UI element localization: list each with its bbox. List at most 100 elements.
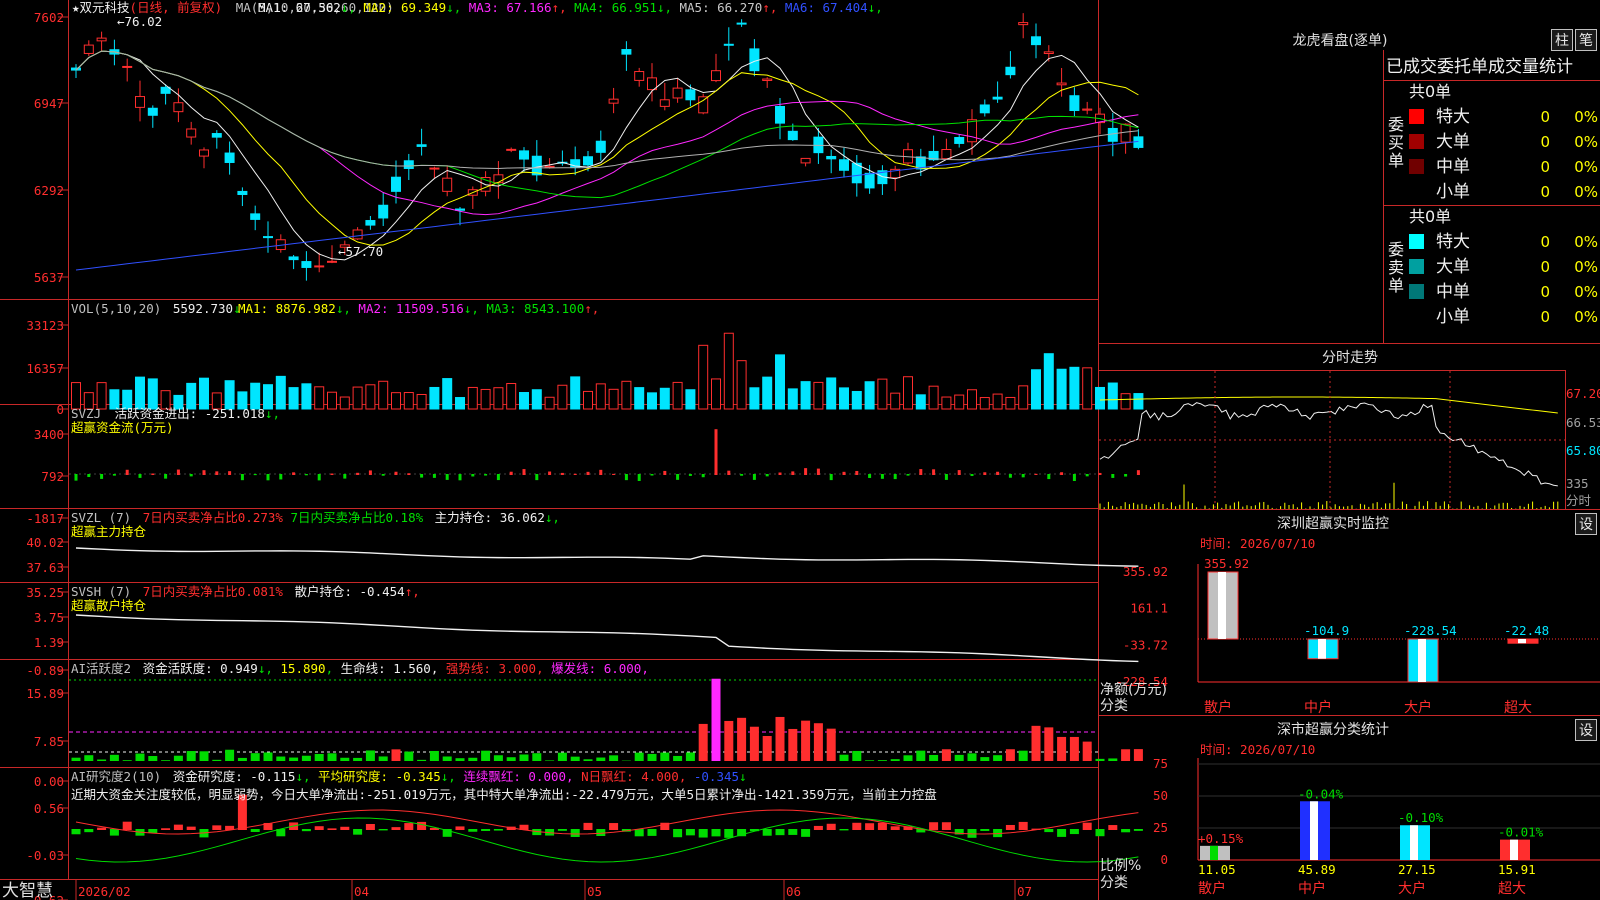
- flow-bar: [1072, 474, 1076, 481]
- activity-bar: [852, 750, 862, 761]
- research-bar: [570, 829, 580, 837]
- stat-unit: 比例%: [1100, 858, 1141, 874]
- svsh-header: SVSH (7) 7日内买卖净占比0.081% 散户持仓: -0.454↑,: [71, 584, 420, 599]
- volume-bar: [967, 389, 977, 410]
- monitor-bar: [1407, 638, 1439, 683]
- volume-bar: [608, 388, 619, 410]
- column-mode-button[interactable]: 柱: [1551, 29, 1573, 51]
- activity-bar: [340, 757, 350, 761]
- stat-bar: [1400, 825, 1430, 860]
- activity-bar: [570, 756, 580, 761]
- flow-bar: [253, 474, 257, 476]
- volume-bar: [941, 396, 952, 410]
- research-bar: [84, 829, 94, 833]
- activity-bar: [685, 752, 695, 761]
- flow-bar: [778, 472, 782, 475]
- research-bar: [250, 829, 260, 832]
- activity-bar: [1005, 749, 1015, 761]
- svzj-subtitle: 超赢资金流(万元): [71, 420, 174, 435]
- order-count: 0: [1540, 283, 1550, 301]
- volume-bar: [1082, 367, 1093, 410]
- candle-body: [826, 155, 837, 160]
- research-bar: [97, 827, 107, 830]
- order-pct: 0%: [1574, 183, 1598, 201]
- stock-chart-canvas[interactable]: 7602694762925637331231635703400792-18174…: [0, 0, 1600, 900]
- flow-bar: [727, 470, 731, 475]
- activity-bar: [1082, 741, 1092, 761]
- research-bar: [468, 829, 478, 832]
- volume-bar: [979, 397, 990, 410]
- research-bar: [1018, 821, 1028, 830]
- volume-bar: [736, 360, 747, 410]
- candle-body: [762, 78, 773, 81]
- monitor-settings-button[interactable]: 设: [1575, 513, 1597, 535]
- flow-bar: [356, 472, 360, 475]
- flow-bar: [983, 472, 987, 475]
- volume-bar: [787, 388, 798, 410]
- value-label: MA2: 69.349: [356, 0, 446, 15]
- candle-body: [1082, 108, 1093, 111]
- activity-bar: [673, 755, 683, 761]
- svzj-header: SVZJ 活跃资金进出: -251.018↓,: [71, 406, 280, 421]
- intraday-chart: 67.20 66.53 65.80 335 分时: [1099, 371, 1600, 509]
- trend-arrow: ↓,: [446, 0, 461, 15]
- activity-bar: [429, 750, 439, 761]
- research-bar: [122, 821, 132, 830]
- order-type: 小单: [1436, 307, 1470, 327]
- flow-bar: [599, 469, 603, 475]
- date-label: 04: [354, 884, 369, 899]
- value-label: MA1: 67.562: [258, 0, 341, 15]
- research-bar: [340, 826, 350, 830]
- candle-body: [96, 37, 107, 42]
- activity-bar: [890, 759, 900, 761]
- intraday-title: 分时走势: [1322, 350, 1378, 366]
- activity-bar: [314, 753, 324, 761]
- activity-bar: [532, 753, 542, 761]
- stat-tick: 0: [1160, 852, 1168, 867]
- volume-bar: [864, 381, 875, 410]
- candle-body: [864, 172, 875, 189]
- activity-bar: [148, 756, 158, 761]
- candle-body: [403, 160, 414, 169]
- activity-bar: [186, 751, 196, 761]
- volume-bar: [992, 393, 1003, 410]
- order-color-swatch: [1409, 134, 1424, 149]
- low-label: ←57.70: [338, 244, 383, 259]
- activity-bar: [391, 749, 401, 761]
- activity-bar: [468, 757, 478, 761]
- order-color-swatch: [1409, 284, 1424, 299]
- activity-bar: [161, 760, 171, 761]
- candlestick-series: [71, 13, 1144, 281]
- intraday-tick: 66.53: [1566, 415, 1600, 430]
- monitor-bar: [1507, 638, 1539, 644]
- stat-bar-highlight: [1210, 845, 1218, 860]
- candle-body: [378, 204, 389, 219]
- intraday-tick: 65.80: [1566, 443, 1600, 458]
- ma-line: [75, 50, 1139, 169]
- order-pct: 0%: [1574, 283, 1598, 301]
- lhb-title: 龙虎看盘(逐单): [1293, 32, 1388, 49]
- flow-bar: [880, 474, 884, 479]
- activity-bar: [788, 728, 798, 761]
- monitor-bar-highlight: [1218, 572, 1226, 639]
- stat-change: -0.10%: [1398, 810, 1444, 825]
- candle-body: [352, 229, 363, 240]
- order-type: 中单: [1436, 157, 1470, 177]
- research-bar: [1044, 829, 1054, 833]
- research-bar: [980, 829, 990, 831]
- avg-research-line: [75, 817, 1139, 863]
- flow-bar: [1085, 474, 1089, 477]
- flow-bar: [1111, 474, 1115, 478]
- stat-settings-button[interactable]: 设: [1575, 719, 1597, 741]
- order-pct: 0%: [1574, 233, 1598, 251]
- volume-bar: [365, 384, 376, 410]
- activity-bar: [941, 749, 951, 761]
- candle-body: [199, 149, 209, 157]
- tick-mode-button[interactable]: 笔: [1575, 29, 1597, 51]
- stat-value: 27.15: [1398, 862, 1436, 877]
- ai2-note: 近期大资金关注度较低，明显弱势，今日大单净流出:-251.019万元，其中特大单…: [71, 787, 937, 802]
- main-force-line: [75, 547, 1139, 567]
- flow-bar: [1098, 472, 1102, 475]
- stat-tick: 75: [1153, 756, 1168, 771]
- research-bar: [647, 829, 657, 836]
